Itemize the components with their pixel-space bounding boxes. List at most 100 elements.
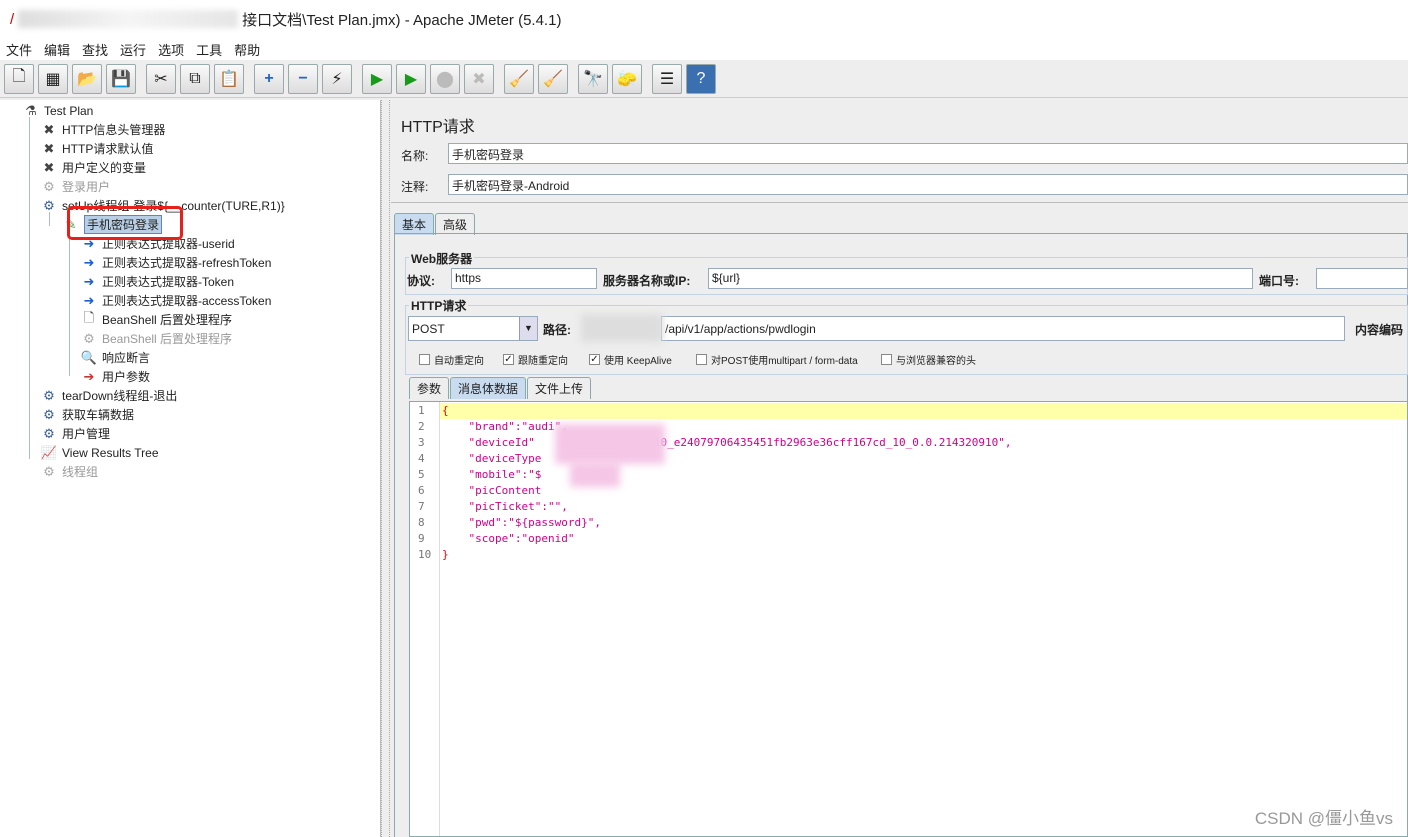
tree-node-label: 登录用户 (62, 180, 111, 194)
subtab-2[interactable]: 文件上传 (527, 377, 592, 399)
tree-node[interactable]: ➜ 正则表达式提取器-Token (80, 272, 234, 291)
tools-icon: ✖ (43, 159, 55, 175)
tree-node[interactable]: 📈 View Results Tree (40, 443, 159, 462)
chevron-down-icon: ▼ (519, 317, 537, 340)
split-pane-divider[interactable] (381, 100, 390, 837)
menu-item[interactable]: 工具 (190, 40, 228, 59)
extractor-icon: ➜ (83, 292, 95, 308)
tree-node-label: 正则表达式提取器-Token (102, 275, 235, 289)
checkbox-1[interactable]: ✓ 跟随重定向 (503, 352, 568, 367)
code-text: { (442, 404, 449, 417)
tree-node[interactable]: 🔍 响应断言 (80, 348, 150, 367)
code-text: "picContent (442, 484, 542, 497)
web-server-title: Web服务器 (409, 250, 475, 267)
start-no-pause-button[interactable]: ▶ (396, 63, 426, 94)
tree-node-label: tearDown线程组-退出 (62, 389, 178, 403)
open-button[interactable]: 📂 (72, 63, 102, 94)
document-icon: 🗋 (83, 309, 95, 325)
reset-search-button[interactable]: 🧽 (612, 63, 642, 94)
tree-node[interactable]: ⚙ 登录用户 (40, 177, 110, 196)
code-text: "picTicket":"", (442, 500, 568, 513)
copy-button[interactable]: ⧉ (180, 63, 210, 94)
expand-button[interactable]: + (254, 63, 284, 94)
search-button[interactable]: 🔭 (578, 63, 608, 94)
menu-item[interactable]: 运行 (114, 40, 152, 59)
checkbox-unchecked[interactable] (881, 354, 892, 365)
server-input[interactable]: ${url} (708, 268, 1253, 289)
comment-input[interactable]: 手机密码登录-Android (448, 174, 1408, 195)
protocol-input[interactable]: https (451, 268, 597, 289)
gear-icon: ⚙ (43, 406, 55, 422)
menu-item[interactable]: 文件 (0, 40, 38, 59)
help-button[interactable]: ? (686, 63, 716, 94)
tree-node-label: 正则表达式提取器-accessToken (102, 294, 272, 308)
cut-button[interactable]: ✂ (146, 63, 176, 94)
tree-node[interactable]: ✖ HTTP请求默认值 (40, 139, 154, 158)
start-button[interactable]: ▶ (362, 63, 392, 94)
checkbox-checked[interactable]: ✓ (503, 354, 514, 365)
method-select[interactable]: POST ▼ (408, 316, 538, 341)
arrow-icon: ➔ (83, 368, 95, 384)
checkbox-unchecked[interactable] (419, 354, 430, 365)
line-number: 4 (418, 452, 425, 465)
tree-node[interactable]: 🗋 BeanShell 后置处理程序 (80, 310, 232, 329)
checkbox-label: 跟随重定向 (518, 356, 568, 367)
tree-node[interactable]: ⚙ tearDown线程组-退出 (40, 386, 177, 405)
shutdown-button[interactable]: ✖ (464, 63, 494, 94)
help-icon: ? (696, 69, 706, 87)
tree-node[interactable]: ⚙ BeanShell 后置处理程序 (80, 329, 232, 348)
tree-node[interactable]: ✖ HTTP信息头管理器 (40, 120, 166, 139)
save-button[interactable]: 💾 (106, 63, 136, 94)
line-number: 1 (418, 404, 425, 417)
http-request-title: HTTP请求 (409, 297, 469, 314)
checkbox-checked[interactable]: ✓ (589, 354, 600, 365)
subtab-1[interactable]: 消息体数据 (450, 377, 527, 399)
checkbox-unchecked[interactable] (696, 354, 707, 365)
tree-node[interactable]: ⚙ 线程组 (40, 462, 98, 481)
menu-item[interactable]: 帮助 (228, 40, 266, 59)
checkbox-4[interactable]: 与浏览器兼容的头 (881, 352, 976, 367)
tab-advanced[interactable]: 高级 (435, 213, 476, 235)
tree-node-label: 用户管理 (62, 427, 111, 441)
checkbox-0[interactable]: 自动重定向 (419, 352, 484, 367)
code-text: "deviceType (442, 452, 542, 465)
stop-button[interactable]: ⬤ (430, 63, 460, 94)
name-input[interactable]: 手机密码登录 (448, 143, 1408, 164)
checkbox-label: 自动重定向 (434, 356, 484, 367)
tree-node[interactable]: ➔ 用户参数 (80, 367, 150, 386)
tree-node[interactable]: ✖ 用户定义的变量 (40, 158, 146, 177)
collapse-button[interactable]: − (288, 63, 318, 94)
code-line: 8 "pwd":"${password}", (410, 515, 1407, 531)
tab-basic[interactable]: 基本 (394, 213, 435, 235)
gear-icon: ⚙ (83, 330, 95, 346)
menu-item[interactable]: 查找 (76, 40, 114, 59)
start-no-pause-icon: ▶ (404, 70, 418, 88)
port-label: 端口号: (1259, 274, 1299, 288)
tree-node-label: BeanShell 后置处理程序 (102, 332, 233, 346)
clear-button[interactable]: 🧹 (504, 63, 534, 94)
menu-item[interactable]: 编辑 (38, 40, 76, 59)
tree-node[interactable]: ➜ 正则表达式提取器-accessToken (80, 291, 272, 310)
path-input[interactable]: /api/v1/app/actions/pwdlogin (661, 316, 1345, 341)
tree-node-label: 获取车辆数据 (62, 408, 135, 422)
subtab-0[interactable]: 参数 (409, 377, 450, 399)
tree-node-label: 线程组 (62, 465, 99, 479)
paste-button[interactable]: 📋 (214, 63, 244, 94)
collapse-icon: − (298, 69, 308, 87)
highlight-annotation (67, 206, 183, 240)
tree-node[interactable]: ⚙ 获取车辆数据 (40, 405, 134, 424)
tree-node[interactable]: ➜ 正则表达式提取器-refreshToken (80, 253, 272, 272)
menu-item[interactable]: 选项 (152, 40, 190, 59)
body-data-editor[interactable]: 10} 9 "scope":"openid" 8 "pwd":"${password… (409, 401, 1408, 837)
new-button[interactable]: 🗋 (4, 63, 34, 94)
tree-node[interactable]: ⚙ 用户管理 (40, 424, 110, 443)
checkbox-2[interactable]: ✓ 使用 KeepAlive (589, 352, 672, 367)
port-input[interactable] (1316, 268, 1408, 289)
function-helper-button[interactable]: ☰ (652, 63, 682, 94)
clear-all-button[interactable]: 🧹 (538, 63, 568, 94)
tree-node[interactable]: ⚗ Test Plan (22, 101, 93, 120)
checkbox-3[interactable]: 对POST使用multipart / form-data (696, 352, 858, 367)
comment-label: 注释: (401, 180, 429, 194)
toggle-button[interactable]: ⚡ (322, 63, 352, 94)
templates-button[interactable]: ▦ (38, 63, 68, 94)
